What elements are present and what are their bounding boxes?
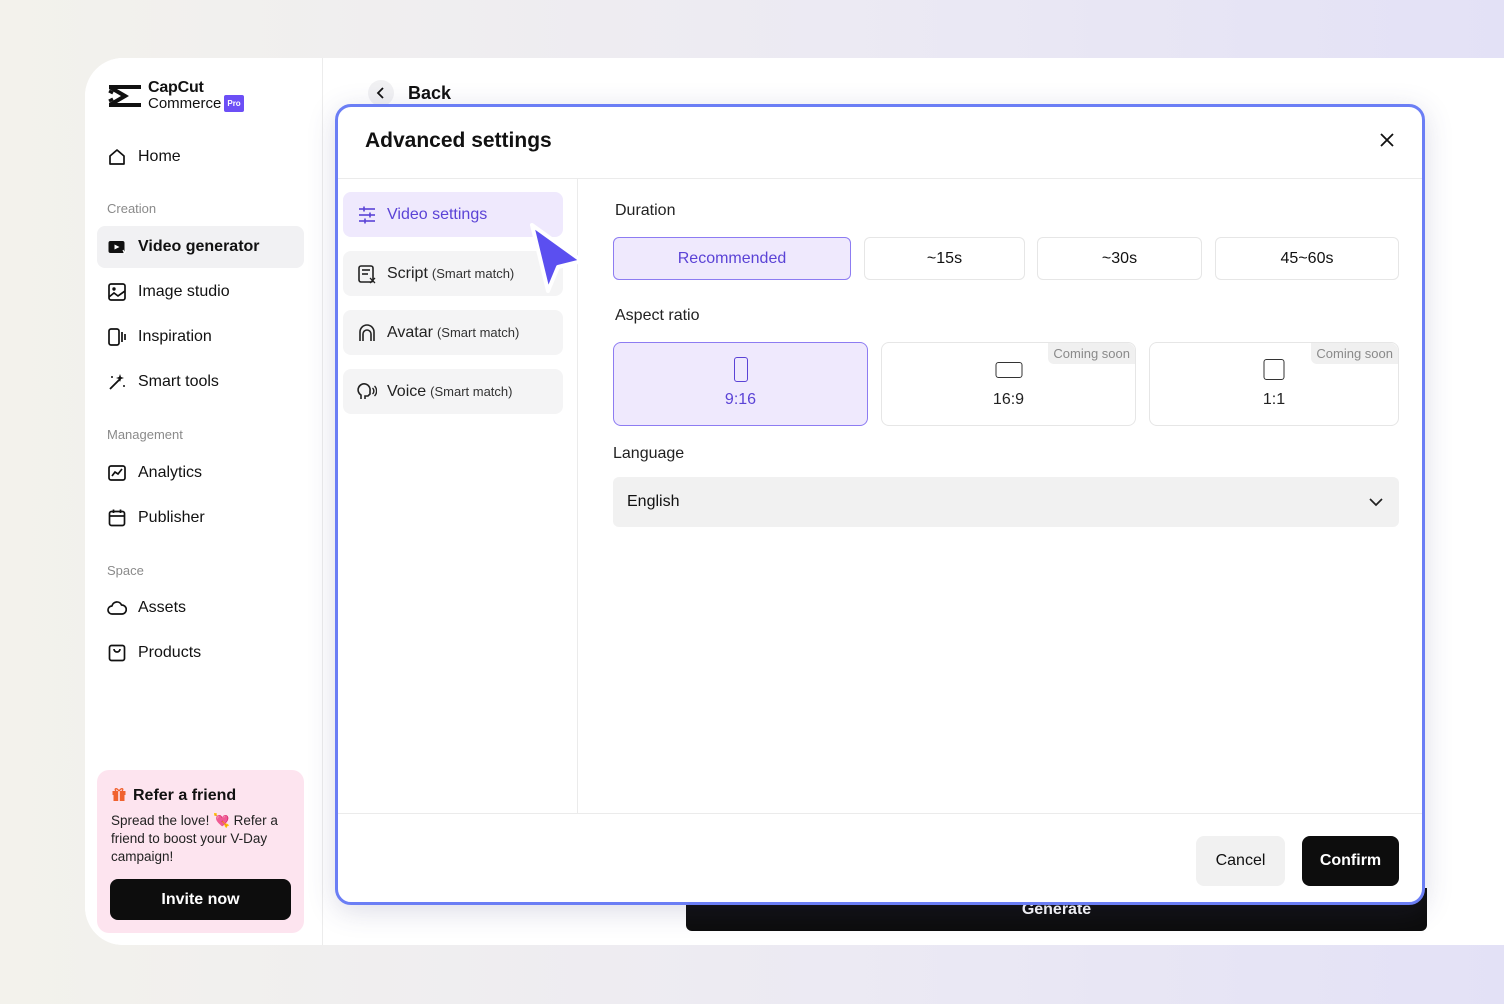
sidebar-item-label: Assets (138, 599, 187, 616)
language-value: English (627, 493, 680, 510)
duration-option-30s[interactable]: ~30s (1037, 237, 1202, 280)
refer-description: Spread the love! 💘 Refer a friend to boo… (111, 813, 278, 864)
sliders-icon (357, 205, 377, 225)
cancel-button[interactable]: Cancel (1196, 836, 1285, 886)
tab-avatar[interactable]: Avatar (Smart match) (343, 310, 563, 355)
sidebar-item-label: Video generator (138, 238, 260, 255)
tab-suffix: (Smart match) (430, 384, 513, 399)
section-label-creation: Creation (107, 201, 157, 216)
calendar-icon (107, 508, 127, 528)
analytics-icon (107, 463, 127, 483)
tab-label: Video settings (387, 205, 488, 223)
product-box-icon (107, 643, 127, 663)
aspect-option-9-16[interactable]: 9:16 (613, 342, 868, 426)
sidebar-item-home[interactable]: Home (97, 136, 304, 178)
sidebar-item-label: Analytics (138, 464, 203, 481)
aspect-option-label: 16:9 (992, 391, 1025, 408)
brand-name: CapCut (148, 79, 204, 96)
section-label-management: Management (107, 427, 183, 442)
chevron-down-icon (1369, 498, 1383, 507)
coming-soon-badge: Coming soon (1311, 343, 1398, 364)
sidebar-item-products[interactable]: Products (97, 632, 304, 674)
sidebar-item-assets[interactable]: Assets (97, 587, 304, 629)
image-studio-icon (107, 282, 127, 302)
tab-label: Voice (387, 382, 427, 400)
voice-icon (357, 382, 377, 402)
divider (338, 813, 1422, 814)
back-button[interactable]: Back (368, 80, 451, 106)
coming-soon-badge: Coming soon (1048, 343, 1135, 364)
mouse-cursor-icon (530, 223, 584, 293)
language-label: Language (613, 445, 685, 462)
home-icon (107, 147, 127, 167)
aspect-option-1-1[interactable]: Coming soon 1:1 (1149, 342, 1399, 426)
avatar-icon (357, 323, 377, 343)
back-label: Back (408, 82, 452, 103)
dialog-title: Advanced settings (365, 129, 552, 152)
heart-icon: 💘 (213, 813, 230, 828)
language-select[interactable]: English (613, 477, 1399, 527)
tab-label: Avatar (387, 323, 433, 341)
chevron-left-icon (368, 80, 394, 106)
portrait-ratio-icon (733, 357, 748, 382)
sidebar-item-label: Products (138, 644, 202, 661)
sidebar-item-smart-tools[interactable]: Smart tools (97, 361, 304, 403)
duration-option-45-60s[interactable]: 45~60s (1215, 237, 1399, 280)
duration-option-15s[interactable]: ~15s (864, 237, 1025, 280)
duration-option-recommended[interactable]: Recommended (613, 237, 851, 280)
sidebar-item-label: Image studio (138, 283, 230, 300)
script-icon (357, 264, 377, 284)
sidebar-item-publisher[interactable]: Publisher (97, 497, 304, 539)
sidebar: CapCut Commerce Pro Home Creation Video g… (85, 58, 323, 945)
refer-title: Refer a friend (133, 787, 237, 804)
section-label-space: Space (107, 563, 144, 578)
aspect-option-label: 1:1 (1262, 391, 1286, 408)
sidebar-item-video-generator[interactable]: Video generator (97, 226, 304, 268)
tab-voice[interactable]: Voice (Smart match) (343, 369, 563, 414)
sidebar-item-label: Home (138, 148, 181, 165)
tab-suffix: (Smart match) (436, 325, 520, 340)
video-generator-icon (107, 237, 127, 257)
brand-subname: Commerce (148, 95, 222, 112)
advanced-settings-dialog: Advanced settings Video settings Script(… (335, 104, 1425, 905)
sidebar-item-inspiration[interactable]: Inspiration (97, 316, 304, 358)
pro-badge: Pro (224, 95, 244, 112)
aspect-option-label: 9:16 (724, 391, 757, 408)
brand-logo[interactable]: CapCut Commerce Pro (107, 80, 244, 112)
aspect-ratio-label: Aspect ratio (615, 307, 700, 324)
gift-icon (111, 786, 127, 806)
invite-now-button[interactable]: Invite now (110, 879, 291, 920)
confirm-button[interactable]: Confirm (1302, 836, 1399, 886)
divider (338, 178, 1422, 179)
tab-suffix: (Smart match) (431, 266, 515, 281)
capcut-logo-icon (108, 85, 141, 107)
magic-wand-icon (107, 372, 127, 392)
sidebar-item-analytics[interactable]: Analytics (97, 452, 304, 494)
landscape-ratio-icon (995, 362, 1022, 378)
sidebar-item-label: Inspiration (138, 328, 212, 345)
inspiration-icon (107, 327, 127, 347)
aspect-option-16-9[interactable]: Coming soon 16:9 (881, 342, 1136, 426)
duration-label: Duration (615, 202, 676, 219)
cloud-icon (107, 598, 127, 618)
refer-friend-card: Refer a friend Spread the love! 💘 Refer … (97, 770, 304, 933)
sidebar-item-label: Publisher (138, 509, 205, 526)
sidebar-item-label: Smart tools (138, 373, 219, 390)
close-icon[interactable] (1376, 129, 1398, 151)
sidebar-item-image-studio[interactable]: Image studio (97, 271, 304, 313)
square-ratio-icon (1263, 359, 1285, 380)
tab-label: Script (387, 264, 428, 282)
